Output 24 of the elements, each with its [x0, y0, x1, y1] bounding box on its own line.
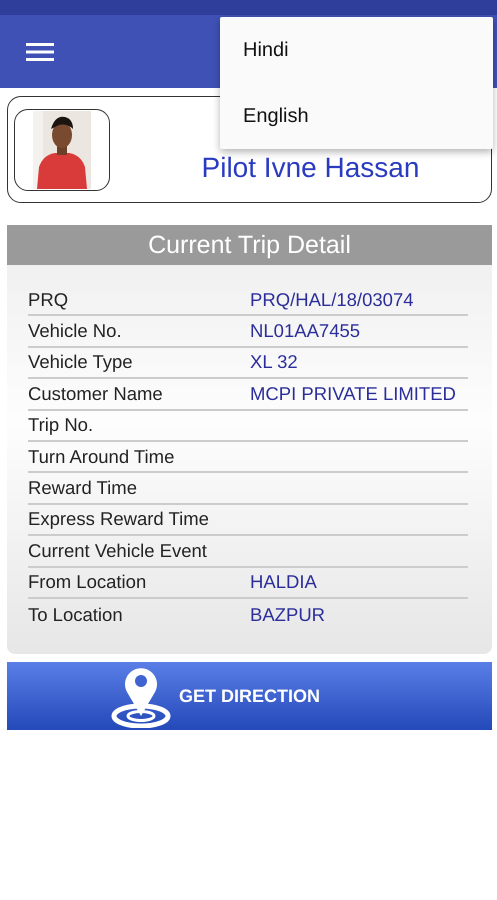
- field-label: Current Vehicle Event: [28, 540, 208, 562]
- menu-icon: [26, 42, 54, 62]
- field-label: To Location: [28, 604, 124, 626]
- menu-button[interactable]: [26, 42, 54, 62]
- menu-item[interactable]: English: [220, 83, 493, 149]
- menu-item[interactable]: Hindi: [220, 17, 493, 83]
- field-label: Turn Around Time: [28, 446, 176, 468]
- field-label: Express Reward Time: [28, 508, 210, 530]
- field-label: Customer Name: [28, 382, 164, 405]
- field-label: Trip No.: [28, 414, 94, 436]
- field-value: BAZPUR: [250, 604, 326, 626]
- field-value: PRQ/HAL/18/03074: [250, 288, 414, 311]
- field-value: XL 32: [250, 351, 298, 374]
- field-value: HALDIA: [250, 571, 317, 594]
- field-value: NL01AA7455: [250, 320, 360, 342]
- pilot-name: Pilot Ivne Hassan: [202, 150, 420, 184]
- field-label: Vehicle Type: [28, 351, 134, 374]
- field-label: Vehicle No.: [28, 320, 123, 342]
- field-value: MCPI PRIVATE LIMITED: [250, 382, 456, 405]
- field-label: From Location: [28, 571, 148, 594]
- field-label: PRQ: [28, 288, 70, 311]
- section-header: Current Trip Detail: [7, 225, 492, 265]
- field-label: Reward Time: [28, 477, 138, 500]
- get-direction-button[interactable]: GET DIRECTION: [7, 662, 492, 730]
